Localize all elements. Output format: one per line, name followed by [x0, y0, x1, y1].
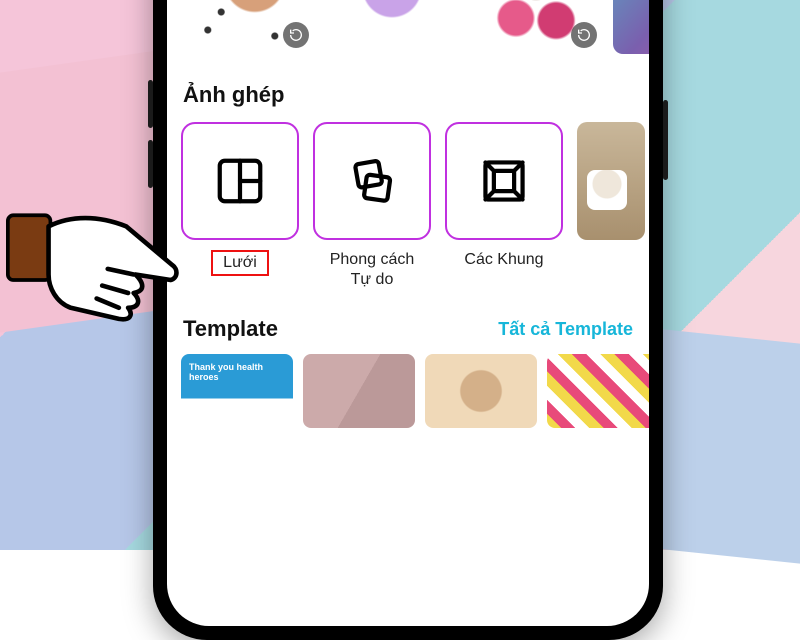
template-thumbnail[interactable]: Thank you health heroes [181, 354, 293, 428]
effects-row [181, 0, 635, 54]
templates-row: Thank you health heroes [181, 354, 635, 428]
effect-thumbnail[interactable] [469, 0, 603, 54]
refresh-icon[interactable] [571, 22, 597, 48]
frames-icon [477, 154, 531, 208]
grid-card[interactable] [181, 122, 299, 240]
effect-thumbnail[interactable] [181, 0, 315, 54]
highlight-box: Lưới [211, 250, 269, 276]
collage-option-grid[interactable]: Lưới [181, 122, 299, 276]
collage-preview-thumbnail[interactable] [577, 122, 645, 240]
volume-up-button [148, 80, 153, 128]
refresh-icon[interactable] [283, 22, 309, 48]
collage-option-frames[interactable]: Các Khung [445, 122, 563, 270]
freeform-card[interactable] [313, 122, 431, 240]
effect-thumbnail[interactable] [613, 0, 649, 54]
frames-card[interactable] [445, 122, 563, 240]
phone-frame: Ảnh ghép Lưới [153, 0, 663, 640]
grid-label: Lưới [181, 250, 299, 276]
collage-options-row: Lưới Phong cách Tự do [181, 122, 635, 290]
template-header: Template Tất cả Template [183, 316, 633, 342]
effect-thumbnail[interactable] [325, 0, 459, 54]
freeform-icon [345, 154, 399, 208]
pointing-hand-icon [6, 198, 191, 338]
template-thumbnail[interactable] [425, 354, 537, 428]
freeform-label: Phong cách Tự do [313, 250, 431, 290]
grid-icon [213, 154, 267, 208]
app-content: Ảnh ghép Lưới [167, 0, 649, 626]
template-thumbnail[interactable] [547, 354, 649, 428]
template-banner-text: Thank you health heroes [189, 362, 293, 383]
all-templates-link[interactable]: Tất cả Template [498, 319, 633, 340]
frames-label: Các Khung [445, 250, 563, 270]
phone-screen: Ảnh ghép Lưới [167, 0, 649, 626]
section-title-collage: Ảnh ghép [183, 82, 635, 108]
volume-down-button [148, 140, 153, 188]
section-title-template: Template [183, 316, 278, 342]
power-button [663, 100, 668, 180]
collage-option-freeform[interactable]: Phong cách Tự do [313, 122, 431, 290]
template-thumbnail[interactable] [303, 354, 415, 428]
